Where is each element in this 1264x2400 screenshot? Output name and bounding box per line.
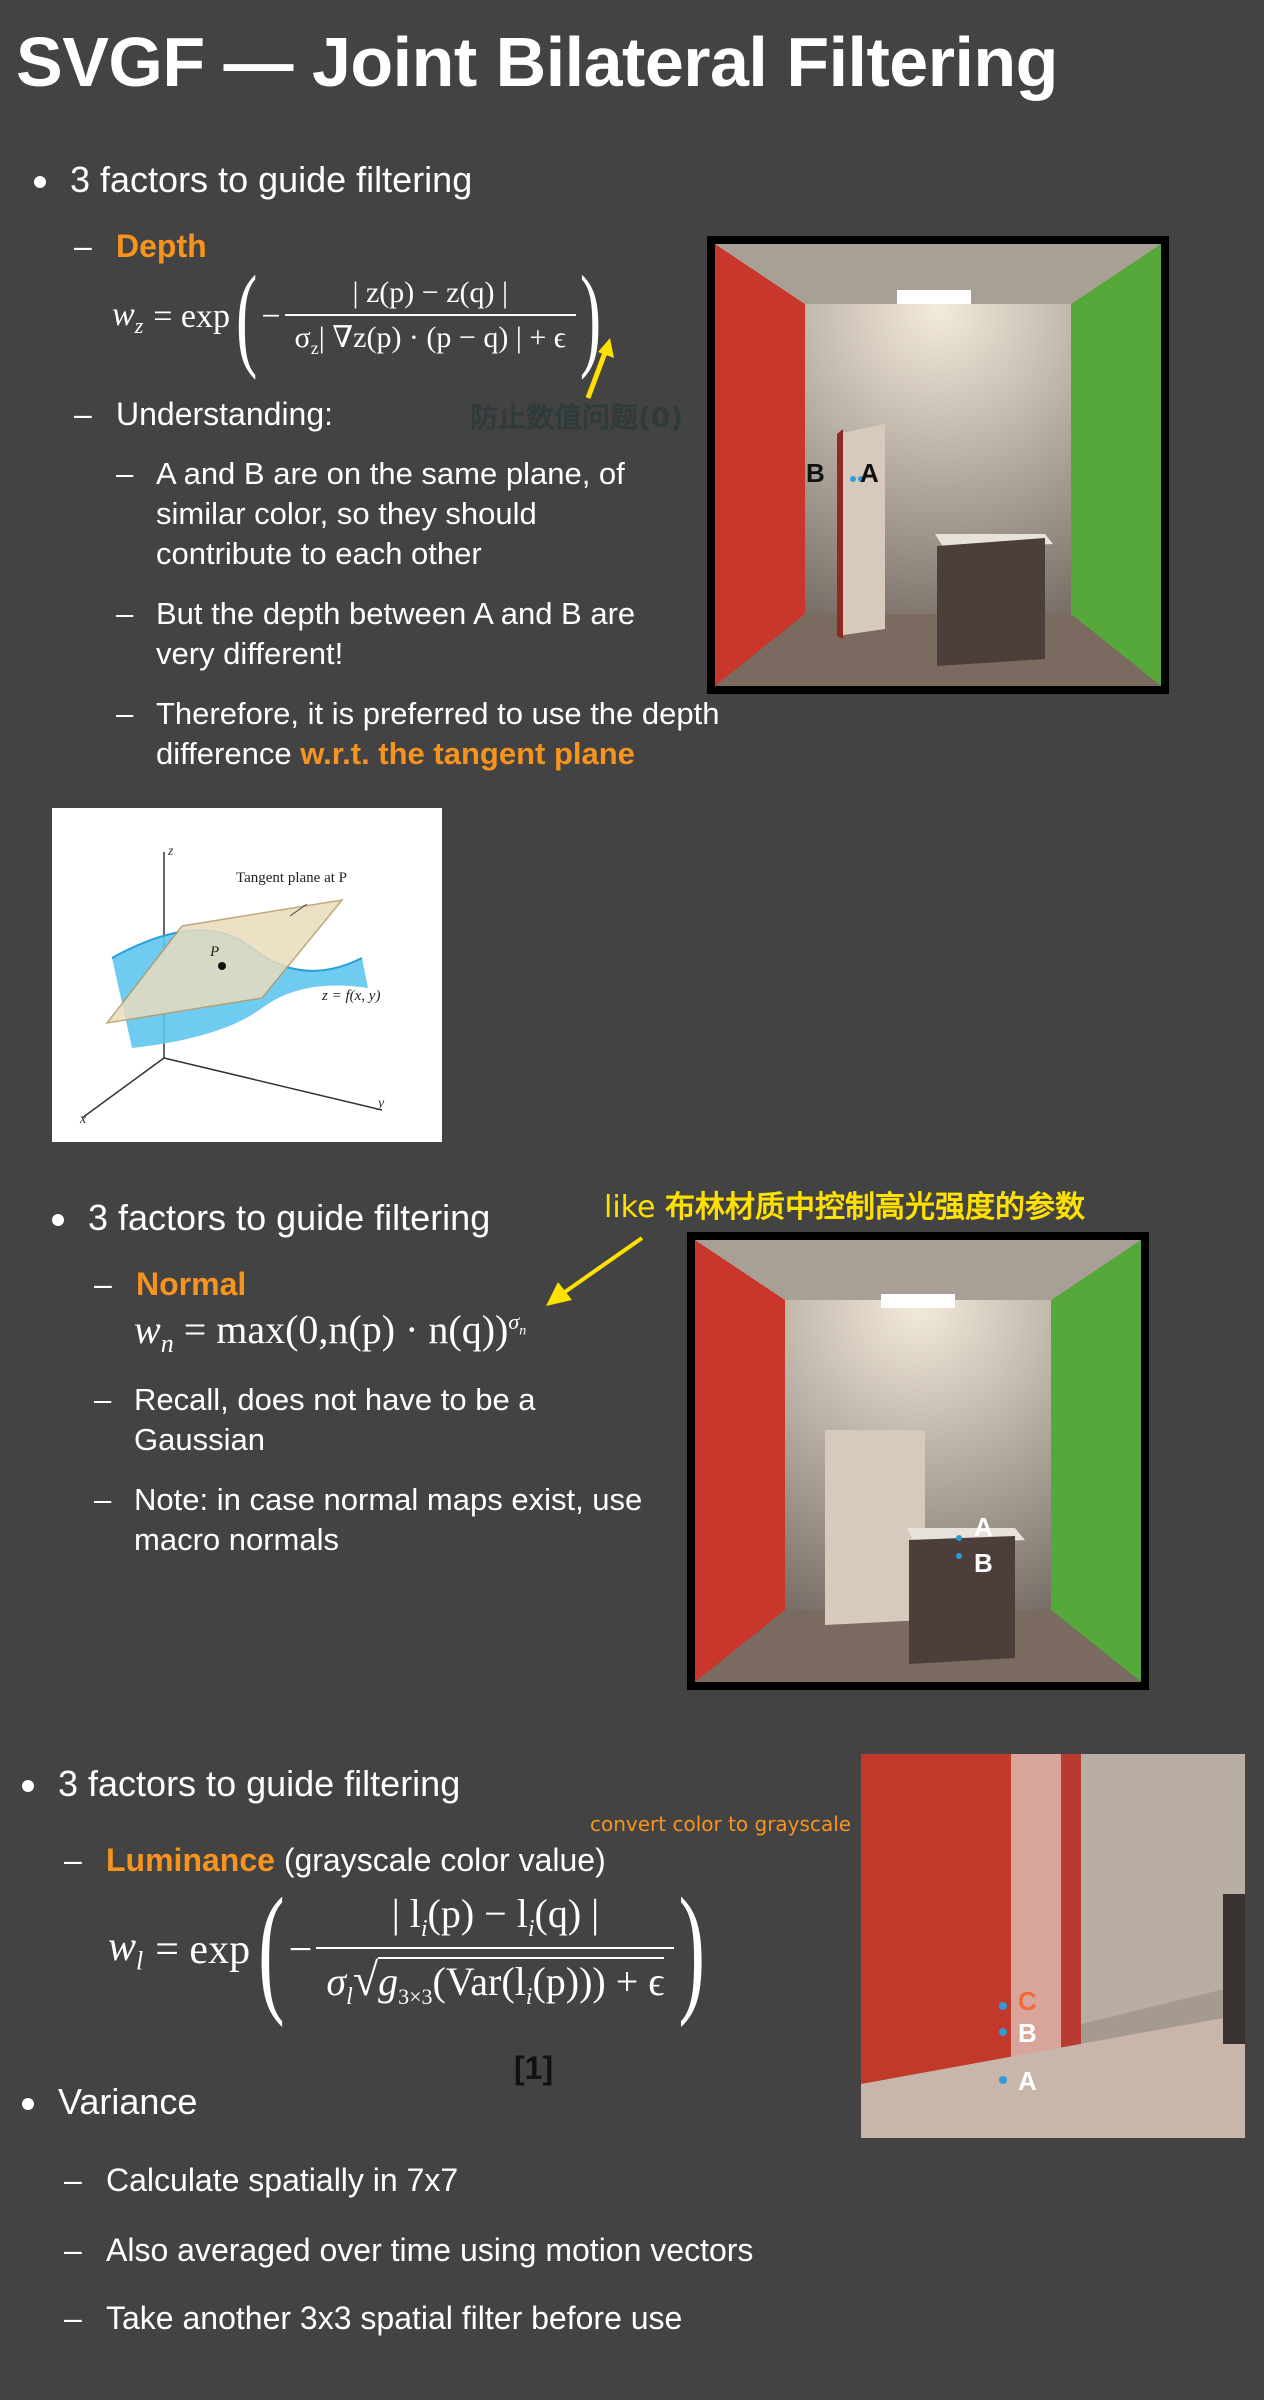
normal-formula: wn = max(0,n(p) · n(q))σn [134,1306,526,1359]
label-b: B [806,458,825,488]
formula-sigma: σ [294,320,311,354]
formula-lhs-sub: n [160,1329,174,1358]
depth-formula: wz = exp ( − | z(p) − z(q) | σz| ∇z(p) ·… [112,252,602,380]
depth-label: Depth [116,228,207,264]
point-text: A and B are on the same plane, of simila… [156,456,625,571]
tangent-plane-svg [81,852,383,1119]
understanding-label: Understanding: [116,396,334,432]
formula-numerator-mid: (p) − l [427,1890,528,1936]
annotation-text: 布林材质中控制高光强度的参数 [664,1190,1085,1225]
variance-point-3: – Take another 3x3 spatial filter before … [64,2300,683,2336]
axis-z-label: z [168,844,174,859]
label-c: C [1018,1986,1037,2016]
luminance-note: (grayscale color value) [274,1842,606,1878]
point-ab-same-plane: – A and B are on the same plane, of simi… [116,454,676,574]
formula-g: g [378,1958,399,2004]
formula-sub-i: i [420,1915,428,1942]
formula-var: (Var(l [432,1958,526,2004]
bullet-text: Variance [58,2081,198,2122]
point-text: Also averaged over time using motion vec… [106,2232,754,2268]
corner-closeup-image [861,1754,1245,2138]
bullet-dot [34,176,46,189]
point-p-label: P [210,944,220,960]
bullet-text: 3 factors to guide filtering [70,159,473,200]
point-tangent-plane: – Therefore, it is preferred to use the … [116,696,720,771]
formula-lhs: w [112,295,135,333]
formula-numerator-end: (q) | [534,1890,600,1936]
arrow-icon [585,338,614,399]
formula-numerator: | z(p) − z(q) | [352,275,508,309]
formula-exp: = exp [155,1927,251,1973]
formula-var-end: (p))) + ϵ [532,1958,665,2004]
depth-item: – Depth [74,228,207,264]
annotation-prefix: like [604,1190,665,1225]
phong-annotation: like 布林材质中控制高光强度的参数 [604,1182,1085,1226]
normal-label: Normal [136,1266,247,1302]
formula-g-sub: 3×3 [398,1983,433,2009]
bullet-text: 3 factors to guide filtering [58,1763,461,1804]
point-text: Take another 3x3 spatial filter before u… [106,2300,683,2336]
corner-closeup-render [861,1754,1245,2138]
axis-x-label: x [80,1112,87,1127]
luminance-label: Luminance [106,1842,275,1878]
point-gaussian: – Recall, does not have to be a Gaussian [94,1380,654,1460]
formula-rhs: = max(0,n(p) · n(q)) [183,1307,509,1352]
axis-y-label: y [378,1096,385,1111]
point-macro-normals: – Note: in case normal maps exist, use m… [94,1480,654,1560]
luminance-formula: wl = exp ( − | li(p) − li(q) | σl√g3×3(V… [108,1869,706,2029]
tangent-plane-diagram: z Tangent plane at P P z = f(x, y) x y [52,808,442,1142]
label-b: B [974,1548,993,1578]
tangent-plane-label: Tangent plane at P [236,870,347,886]
formula-sigma: σ [326,1958,347,2004]
cornell-box-image-1 [707,236,1169,694]
numeric-annotation: 防止数值问题(0) [470,401,684,434]
point-text: Recall, does not have to be a Gaussian [134,1382,536,1457]
function-label: z = f(x, y) [322,988,381,1004]
understanding-item: – Understanding: [74,396,334,432]
bullet-text: 3 factors to guide filtering [88,1197,491,1238]
normal-item: – Normal [94,1266,247,1302]
label-a: A [860,458,879,488]
grayscale-annotation: convert color to grayscale [590,1812,852,1836]
bullet-variance: Variance [22,2080,197,2124]
slide-title: SVGF — Joint Bilateral Filtering [16,23,1058,101]
formula-sigma-sub: l [346,1983,353,2010]
formula-exp: = exp [153,298,231,335]
formula-exp: σ [508,1308,520,1334]
cornell-box-image-2 [687,1232,1149,1690]
arrow-icon [546,1236,644,1306]
luminance-item: – Luminance (grayscale color value) [64,1842,606,1878]
bullet-factors-1: 3 factors to guide filtering [34,158,472,202]
variance-point-2: – Also averaged over time using motion ve… [64,2232,754,2268]
formula-numerator: | l [391,1890,421,1936]
cornell-box-render [695,1240,1141,1682]
bullet-dot [22,2098,34,2111]
cornell-box-render [715,244,1161,686]
formula-lhs-sub: l [136,1946,144,1976]
reference-marker: [1] [514,2050,554,2086]
bullet-dot [22,1780,34,1793]
formula-sub-i: i [527,1915,535,1942]
formula-lhs: w [134,1307,161,1352]
formula-lhs: w [108,1924,137,1971]
bullet-factors-3: 3 factors to guide filtering [22,1762,460,1806]
variance-point-1: – Calculate spatially in 7x7 [64,2162,459,2198]
bullet-factors-2: 3 factors to guide filtering [52,1196,490,1240]
point-depth-different: – But the depth between A and B are very… [116,594,676,674]
label-a: A [1018,2066,1037,2096]
formula-lhs-sub: z [134,312,144,338]
point-text: Calculate spatially in 7x7 [106,2162,459,2198]
label-b: B [1018,2018,1037,2048]
label-a: A [974,1512,993,1542]
formula-denominator: | ∇z(p) · (p − q) | + ϵ [318,320,566,354]
tangent-highlight: w.r.t. the tangent plane [300,736,635,771]
formula-sigma-sub: z [310,337,319,358]
point-text: Note: in case normal maps exist, use mac… [134,1482,643,1557]
formula-exp-sub: n [519,1323,527,1339]
point-text: But the depth between A and B are very d… [156,596,636,671]
bullet-dot [52,1214,64,1227]
